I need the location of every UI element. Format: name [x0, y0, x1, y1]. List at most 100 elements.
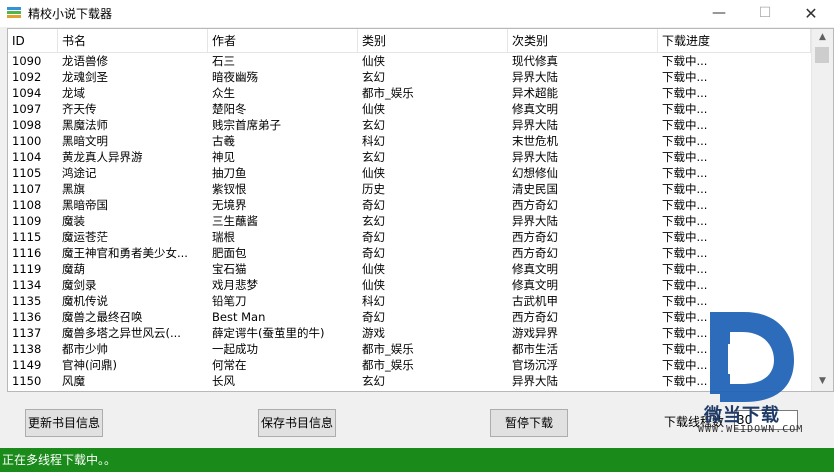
save-catalog-button[interactable]: 保存书目信息: [258, 409, 336, 437]
row-title: 官神(问鼎): [62, 358, 117, 372]
row-title: 魔兽之最终召唤: [62, 310, 143, 324]
row-subcategory: 西方奇幻: [512, 246, 558, 260]
row-category: 仙侠: [362, 166, 385, 180]
table-row[interactable]: 1097 齐天传 楚阳冬 仙侠 修真文明 下载中...: [8, 101, 811, 117]
row-author: 一起成功: [212, 342, 258, 356]
scroll-up-icon[interactable]: ▲: [812, 29, 833, 46]
row-category: 游戏: [362, 326, 385, 340]
row-title: 龙语兽修: [62, 54, 108, 68]
row-title: 鸿途记: [62, 166, 97, 180]
minimize-button[interactable]: —: [696, 0, 742, 27]
row-progress: 下载中...: [662, 118, 708, 132]
row-author: 暗夜幽殇: [212, 70, 258, 84]
table-row[interactable]: 1090 龙语兽修 石三 仙侠 现代修真 下载中...: [8, 53, 811, 69]
row-id: 1108: [12, 198, 42, 212]
column-header-author[interactable]: 作者: [208, 29, 358, 52]
window-title: 精校小说下载器: [28, 7, 113, 21]
row-author: 瑞根: [212, 230, 235, 244]
table-row[interactable]: 1094 龙域 众生 都市_娱乐 异术超能 下载中...: [8, 85, 811, 101]
vertical-scrollbar[interactable]: ▲ ▼: [811, 29, 833, 391]
row-category: 都市_娱乐: [362, 86, 414, 100]
row-category: 奇幻: [362, 310, 385, 324]
row-title: 黄龙真人异界游: [62, 150, 143, 164]
row-title: 魔剑录: [62, 278, 97, 292]
row-title: 魔运苍茫: [62, 230, 108, 244]
pause-download-button[interactable]: 暂停下载: [490, 409, 568, 437]
row-author: 古羲: [212, 134, 235, 148]
row-id: 1094: [12, 86, 42, 100]
row-subcategory: 异界大陆: [512, 118, 558, 132]
row-category: 奇幻: [362, 230, 385, 244]
column-header-progress[interactable]: 下载进度: [658, 29, 811, 52]
books-icon: [7, 7, 21, 18]
row-progress: 下载中...: [662, 214, 708, 228]
row-id: 1150: [12, 374, 42, 388]
column-header-subcategory[interactable]: 次类别: [508, 29, 658, 52]
row-category: 玄幻: [362, 374, 385, 388]
table-row[interactable]: 1100 黑暗文明 古羲 科幻 末世危机 下载中...: [8, 133, 811, 149]
row-title: 风魔: [62, 374, 85, 388]
table-row[interactable]: 1109 魔装 三生蘸酱 玄幻 异界大陆 下载中...: [8, 213, 811, 229]
column-header-id[interactable]: ID: [8, 29, 58, 52]
row-subcategory: 游戏异界: [512, 326, 558, 340]
row-subcategory: 修真文明: [512, 278, 558, 292]
table-row[interactable]: 1105 鸿途记 抽刀鱼 仙侠 幻想修仙 下载中...: [8, 165, 811, 181]
row-subcategory: 异界大陆: [512, 150, 558, 164]
table-row[interactable]: 1116 魔王神官和勇者美少女... 肥面包 奇幻 西方奇幻 下载中...: [8, 245, 811, 261]
table-row[interactable]: 1134 魔剑录 戏月悲梦 仙侠 修真文明 下载中...: [8, 277, 811, 293]
table-row[interactable]: 1092 龙魂剑圣 暗夜幽殇 玄幻 异界大陆 下载中...: [8, 69, 811, 85]
row-category: 仙侠: [362, 102, 385, 116]
row-author: 肥面包: [212, 246, 247, 260]
row-progress: 下载中...: [662, 246, 708, 260]
row-category: 奇幻: [362, 246, 385, 260]
table-row[interactable]: 1137 魔兽多塔之异世风云(... 薛定谔牛(蚕茧里的牛) 游戏 游戏异界 下载中...: [8, 325, 811, 341]
table-row[interactable]: 1104 黄龙真人异界游 神见 玄幻 异界大陆 下载中...: [8, 149, 811, 165]
refresh-catalog-button[interactable]: 更新书目信息: [25, 409, 103, 437]
table-row[interactable]: 1098 黑魔法师 贱宗首席弟子 玄幻 异界大陆 下载中...: [8, 117, 811, 133]
table-row[interactable]: 1135 魔机传说 铅笔刀 科幻 古武机甲 下载中...: [8, 293, 811, 309]
scroll-down-icon[interactable]: ▼: [812, 373, 833, 390]
row-author: 宝石猫: [212, 262, 247, 276]
column-header-category[interactable]: 类别: [358, 29, 508, 52]
row-subcategory: 异界大陆: [512, 214, 558, 228]
row-progress: 下载中...: [662, 54, 708, 68]
row-author: 三生蘸酱: [212, 214, 258, 228]
row-subcategory: 幻想修仙: [512, 166, 558, 180]
row-category: 仙侠: [362, 262, 385, 276]
row-author: 戏月悲梦: [212, 278, 258, 292]
status-bar: 正在多线程下载中。。: [0, 448, 834, 472]
table-row[interactable]: 1149 官神(问鼎) 何常在 都市_娱乐 官场沉浮 下载中...: [8, 357, 811, 373]
row-category: 都市_娱乐: [362, 358, 414, 372]
scroll-thumb[interactable]: [815, 47, 829, 63]
row-author: 石三: [212, 54, 235, 68]
row-id: 1134: [12, 278, 42, 292]
row-subcategory: 异术超能: [512, 86, 558, 100]
row-progress: 下载中...: [662, 134, 708, 148]
row-subcategory: 古武机甲: [512, 294, 558, 308]
table-row[interactable]: 1150 风魔 长风 玄幻 异界大陆 下载中...: [8, 373, 811, 389]
row-title: 黑魔法师: [62, 118, 108, 132]
row-title: 黑暗帝国: [62, 198, 108, 212]
maximize-button[interactable]: ☐: [742, 0, 788, 27]
row-subcategory: 官场沉浮: [512, 358, 558, 372]
row-author: 薛定谔牛(蚕茧里的牛): [212, 326, 325, 340]
close-button[interactable]: ✕: [788, 0, 834, 27]
row-title: 龙域: [62, 86, 85, 100]
row-progress: 下载中...: [662, 278, 708, 292]
row-id: 1104: [12, 150, 42, 164]
row-category: 历史: [362, 182, 385, 196]
table-row[interactable]: 1115 魔运苍茫 瑞根 奇幻 西方奇幻 下载中...: [8, 229, 811, 245]
table-row[interactable]: 1108 黑暗帝国 无境界 奇幻 西方奇幻 下载中...: [8, 197, 811, 213]
row-category: 仙侠: [362, 278, 385, 292]
table-row[interactable]: 1138 都市少帅 一起成功 都市_娱乐 都市生活 下载中...: [8, 341, 811, 357]
table-row[interactable]: 1107 黑旗 紫钗恨 历史 清史民国 下载中...: [8, 181, 811, 197]
row-title: 魔装: [62, 214, 85, 228]
row-subcategory: 修真文明: [512, 262, 558, 276]
table-row[interactable]: 1119 魔葫 宝石猫 仙侠 修真文明 下载中...: [8, 261, 811, 277]
row-subcategory: 西方奇幻: [512, 230, 558, 244]
row-author: 无境界: [212, 198, 247, 212]
table-row[interactable]: 1136 魔兽之最终召唤 Best Man 奇幻 西方奇幻 下载中...: [8, 309, 811, 325]
column-header-title[interactable]: 书名: [58, 29, 208, 52]
row-subcategory: 异界大陆: [512, 70, 558, 84]
row-author: 贱宗首席弟子: [212, 118, 281, 132]
